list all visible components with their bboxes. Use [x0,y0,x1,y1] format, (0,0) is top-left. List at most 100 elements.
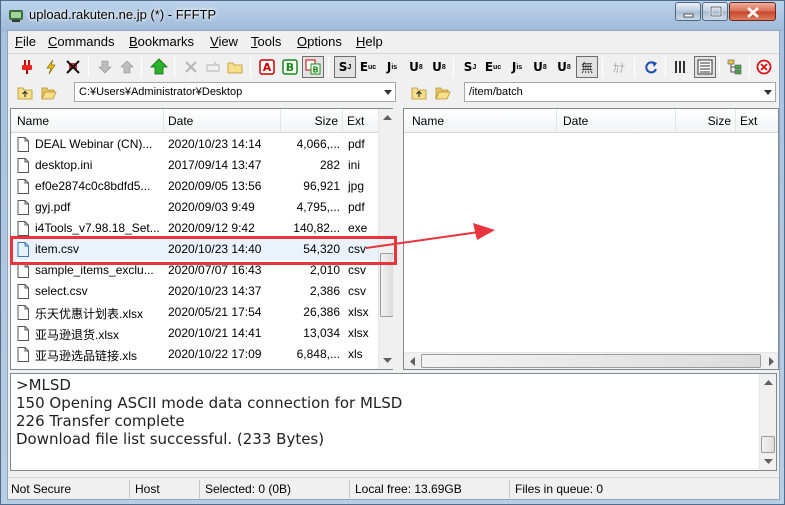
local-utf8-button[interactable]: U8 [529,56,551,78]
remote-col-name[interactable]: Name [404,109,557,133]
local-col-date[interactable]: Date [164,109,281,133]
table-row[interactable]: desktop.ini 2017/09/14 13:47 282 ini [11,155,382,176]
new-folder-button[interactable] [224,56,246,78]
status-host: Host [132,480,200,498]
rename-button[interactable] [202,56,224,78]
table-row[interactable]: gyj.pdf 2020/09/03 9:49 4,795,... pdf [11,197,382,218]
host-utf8-button[interactable]: U8 [405,56,427,78]
svg-text:B: B [286,61,294,74]
svg-text:B: B [312,66,318,75]
auto-mode-button[interactable]: B [302,56,324,78]
scroll-down-icon[interactable] [760,453,776,470]
menu-view[interactable]: View [210,34,238,49]
file-size: 96,921 [303,179,340,193]
local-col-ext[interactable]: Ext [343,109,380,133]
local-open-folder-button[interactable] [38,82,60,103]
refresh-icon [645,61,657,74]
menu-file[interactable]: File [15,34,36,49]
kana-convert-button[interactable]: ｶﾅ [608,56,630,78]
remote-up-folder-button[interactable] [408,82,430,103]
table-row[interactable]: ef0e2874c0c8bdfd5... 2020/09/05 13:56 96,9… [11,176,382,197]
local-sjis-icon: J [472,63,477,71]
file-date: 2017/09/14 13:47 [168,158,262,172]
local-jis-button[interactable]: Jis [506,56,528,78]
file-size: 4,795,... [296,200,340,214]
no-convert-button[interactable]: 無 [576,56,598,78]
toolbar-separator [719,57,720,77]
delete-x-icon [185,61,197,73]
menu-commands[interactable]: Commands [48,34,114,49]
disconnect-button[interactable] [62,56,84,78]
scroll-left-icon[interactable] [404,353,421,369]
menu-options[interactable]: Options [297,34,342,49]
remote-file-list[interactable]: Name Date Size Ext [403,108,779,370]
remote-col-date[interactable]: Date [557,109,676,133]
delete-button[interactable] [180,56,202,78]
quick-connect-button[interactable] [40,56,62,78]
sjis-icon: J [347,63,352,71]
log-scroll-thumb[interactable] [761,436,775,453]
host-utf8bom-button[interactable]: U8 [428,56,450,78]
ascii-mode-button[interactable]: A [256,56,278,78]
log-window[interactable]: >MLSD 150 Opening ASCII mode data connec… [10,373,777,471]
menu-tools[interactable]: Tools [251,34,281,49]
table-row[interactable]: DEAL Webinar (CN)... 2020/10/23 14:14 4,06… [11,134,382,155]
remote-col-ext[interactable]: Ext [736,109,778,133]
table-row[interactable]: 乐天优惠计划表.xlsx 2020/05/21 17:54 26,386 xlsx [11,302,382,323]
minimize-button[interactable] [675,2,701,21]
title-bar[interactable]: upload.rakuten.ne.jp (*) - FFFTP [1,1,784,29]
local-up-folder-button[interactable] [14,82,36,103]
host-jis-button[interactable]: Jis [381,56,403,78]
local-utf8bom-button[interactable]: U8 [553,56,575,78]
sync-dir-button[interactable] [724,56,746,78]
chevron-down-icon[interactable] [384,90,392,95]
menu-help[interactable]: Help [356,34,383,49]
list-view-button[interactable] [670,56,692,78]
close-button[interactable] [729,2,776,21]
file-icon [17,179,29,194]
local-path-text: C:¥Users¥Administrator¥Desktop [79,86,243,98]
log-vertical-scrollbar[interactable] [759,374,776,470]
host-euc-button[interactable]: Euc [357,56,379,78]
refresh-button[interactable] [640,56,662,78]
local-path-combobox[interactable]: C:¥Users¥Administrator¥Desktop [74,82,396,102]
download-button[interactable] [94,56,116,78]
status-bar: Not Secure Host Selected: 0 (0B) Local f… [8,477,779,499]
connect-button[interactable] [16,56,38,78]
euc-label: E [359,60,369,74]
detail-view-button[interactable] [694,56,716,78]
host-sjis-button[interactable]: SJ [334,56,356,78]
file-ext: csv [348,284,366,298]
local-euc-button[interactable]: Euc [482,56,504,78]
remote-hscroll-thumb[interactable] [421,354,761,368]
local-sjis-button[interactable]: SJ [459,56,481,78]
menu-file-label: ile [22,34,36,49]
menu-bookmarks[interactable]: Bookmarks [129,34,194,49]
remote-col-size[interactable]: Size [676,109,736,133]
file-size: 6,848,... [296,347,340,361]
table-row[interactable]: 亚马逊选品链接.xls 2020/10/22 17:09 6,848,... xls [11,344,382,365]
file-size: 13,034 [303,326,340,340]
file-size: 140,82... [293,221,340,235]
upload-button[interactable] [116,56,138,78]
remote-horizontal-scrollbar[interactable] [404,352,778,369]
maximize-button[interactable] [702,2,728,21]
ffftp-app-icon [9,10,23,22]
binary-mode-button[interactable]: B [279,56,301,78]
table-row[interactable]: 亚马逊退货.xlsx 2020/10/21 14:41 13,034 xlsx [11,323,382,344]
log-line: 226 Transfer complete [16,412,185,430]
file-icon [17,137,29,152]
scroll-up-icon[interactable] [760,374,776,391]
local-col-size[interactable]: Size [281,109,343,133]
toolbar-separator [88,57,89,77]
mirror-upload-button[interactable] [148,56,170,78]
file-ext: xlsx [348,326,369,340]
table-row[interactable]: select.csv 2020/10/23 14:37 2,386 csv [11,281,382,302]
remote-open-folder-button[interactable] [432,82,454,103]
remote-path-combobox[interactable]: /item/batch [464,82,776,102]
chevron-down-icon[interactable] [764,90,772,95]
scroll-right-icon[interactable] [763,353,778,369]
utf8bom-icon: 8 [441,63,446,71]
stop-button[interactable] [753,56,775,78]
local-col-name[interactable]: Name [11,109,164,133]
